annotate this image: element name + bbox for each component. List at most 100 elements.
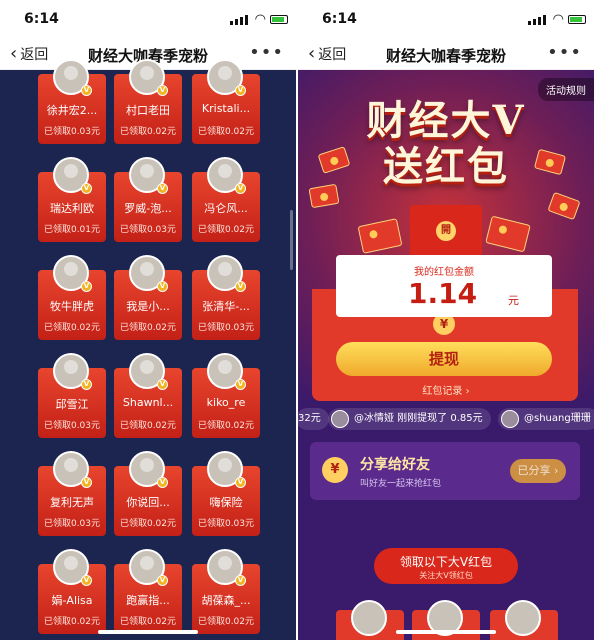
open-envelope[interactable]: 開: [410, 205, 482, 257]
influencer-card[interactable]: V Shawnl... 已领取0.02元: [114, 353, 182, 438]
receive-title: 领取以下大V红包: [399, 555, 493, 569]
influencer-card[interactable]: V 张清华-... 已领取0.03元: [192, 255, 260, 340]
amount-unit: 元: [508, 294, 519, 307]
influencer-card[interactable]: V 你说回... 已领取0.02元: [114, 451, 182, 536]
claimed-amount: 已领取0.03元: [197, 519, 255, 529]
home-indicator[interactable]: [396, 630, 496, 634]
influencer-name: 胡葆森_...: [201, 594, 251, 607]
verified-v-icon: V: [157, 281, 168, 292]
ticker-text: @shuang珊珊: [524, 413, 591, 424]
verified-v-icon: V: [81, 85, 92, 96]
influencer-card[interactable]: [412, 600, 480, 640]
influencer-name: 村口老田: [126, 104, 170, 117]
influencer-card[interactable]: V 冯仑风... 已领取0.02元: [192, 157, 260, 242]
status-time: 6:14: [322, 11, 357, 27]
influencer-name: 嗨保险: [209, 496, 243, 509]
avatar: [501, 410, 519, 428]
wifi-icon: ◠: [552, 12, 564, 27]
influencer-name: 徐井宏2...: [46, 104, 98, 117]
amount-label: 我的红包金额: [414, 267, 474, 278]
share-title: 分享给好友: [360, 457, 430, 473]
left-screen: 6:14 ◠ ‹ 返回 财经大咖春季宠粉 ••• V 徐井宏2... 已领取0.…: [0, 0, 296, 640]
influencer-card[interactable]: V 我是小... 已领取0.02元: [114, 255, 182, 340]
claimed-amount: 已领取0.02元: [119, 323, 177, 333]
influencer-name: 罗威-泡...: [124, 202, 172, 215]
avatar: [505, 600, 541, 636]
verified-v-icon: V: [235, 183, 246, 194]
claimed-amount: 已领取0.03元: [197, 323, 255, 333]
influencer-name: 我是小...: [126, 300, 170, 313]
avatar: [351, 600, 387, 636]
influencer-card[interactable]: V 胡葆森_... 已领取0.02元: [192, 549, 260, 634]
share-button[interactable]: 已分享 ›: [510, 459, 566, 483]
influencer-card[interactable]: [336, 600, 404, 640]
influencer-card[interactable]: V 跑赢指... 已领取0.02元: [114, 549, 182, 634]
influencer-name: Shawnl...: [122, 396, 174, 409]
verified-v-icon: V: [235, 575, 246, 586]
influencer-name: 跑赢指...: [126, 594, 170, 607]
influencer-name: Kristali...: [201, 102, 251, 115]
claimed-amount: 已领取0.02元: [197, 127, 255, 137]
yen-icon: ¥: [322, 457, 348, 483]
ticker-item: @shuang珊珊: [498, 408, 594, 430]
withdraw-button[interactable]: 提现: [336, 342, 552, 376]
claimed-amount: 已领取0.03元: [43, 127, 101, 137]
verified-v-icon: V: [235, 85, 246, 96]
claimed-amount: 已领取0.02元: [197, 421, 255, 431]
influencer-card[interactable]: [490, 600, 558, 640]
claimed-amount: 已领取0.02元: [197, 225, 255, 235]
influencer-name: kiko_re: [206, 396, 246, 409]
verified-v-icon: V: [81, 477, 92, 488]
claimed-amount: 已领取0.02元: [43, 617, 101, 627]
influencer-card[interactable]: V 复利无声 已领取0.03元: [38, 451, 106, 536]
influencer-card[interactable]: V 邱雪江 已领取0.03元: [38, 353, 106, 438]
influencer-card[interactable]: V Kristali... 已领取0.02元: [192, 59, 260, 144]
influencer-card[interactable]: V kiko_re 已领取0.02元: [192, 353, 260, 438]
share-panel: ¥ 分享给好友 叫好友一起来抢红包 已分享 ›: [310, 442, 580, 500]
influencer-name: 复利无声: [50, 496, 94, 509]
influencer-name: 邱雪江: [55, 398, 89, 411]
signal-icon: [230, 15, 248, 25]
verified-v-icon: V: [157, 183, 168, 194]
scrollbar[interactable]: [290, 210, 293, 270]
record-link[interactable]: 红包记录 ›: [298, 382, 594, 397]
battery-icon: [568, 15, 586, 24]
ticker-text: 32元: [298, 413, 321, 424]
influencer-card[interactable]: V 徐井宏2... 已领取0.03元: [38, 59, 106, 144]
verified-v-icon: V: [81, 575, 92, 586]
influencer-card[interactable]: V 嗨保险 已领取0.03元: [192, 451, 260, 536]
verified-v-icon: V: [157, 85, 168, 96]
signal-icon: [528, 15, 546, 25]
influencer-card[interactable]: V 村口老田 已领取0.02元: [114, 59, 182, 144]
amount-value: 1.14: [408, 277, 478, 310]
influencer-name: 娟-Alisa: [51, 594, 93, 607]
verified-v-icon: V: [157, 575, 168, 586]
receive-subtitle: 关注大V领红包: [419, 571, 473, 580]
influencer-card[interactable]: V 罗威-泡... 已领取0.03元: [114, 157, 182, 242]
status-bar: 6:14 ◠: [298, 0, 594, 40]
claimed-amount: 已领取0.02元: [119, 519, 177, 529]
verified-v-icon: V: [157, 477, 168, 488]
right-screen: 6:14 ◠ ‹ 返回 财经大咖春季宠粉 ••• 活动规则 财经大V 送红包 開…: [298, 0, 594, 640]
claimed-amount: 已领取0.03元: [43, 421, 101, 431]
more-icon[interactable]: •••: [249, 42, 284, 63]
claimed-amount: 已领取0.03元: [43, 519, 101, 529]
influencer-card[interactable]: V 瑞达利欧 已领取0.01元: [38, 157, 106, 242]
influencer-card[interactable]: V 牧牛胖虎 已领取0.02元: [38, 255, 106, 340]
claimed-amount: 已领取0.02元: [119, 127, 177, 137]
claimed-amount: 已领取0.02元: [43, 323, 101, 333]
verified-v-icon: V: [235, 281, 246, 292]
influencer-name: 牧牛胖虎: [50, 300, 94, 313]
receive-banner: 领取以下大V红包 关注大V领红包: [374, 548, 518, 584]
influencer-name: 冯仑风...: [204, 202, 248, 215]
influencer-card[interactable]: V 娟-Alisa 已领取0.02元: [38, 549, 106, 634]
more-icon[interactable]: •••: [547, 42, 582, 63]
home-indicator[interactable]: [98, 630, 198, 634]
influencer-name: 你说回...: [126, 496, 170, 509]
battery-icon: [270, 15, 288, 24]
verified-v-icon: V: [81, 379, 92, 390]
share-subtitle: 叫好友一起来抢红包: [360, 479, 442, 489]
open-seal: 開: [436, 221, 456, 241]
amount-card: 我的红包金额 1.14 元: [336, 255, 552, 317]
ticker-item: @冰情娅 刚刚提现了 0.85元: [328, 408, 491, 430]
